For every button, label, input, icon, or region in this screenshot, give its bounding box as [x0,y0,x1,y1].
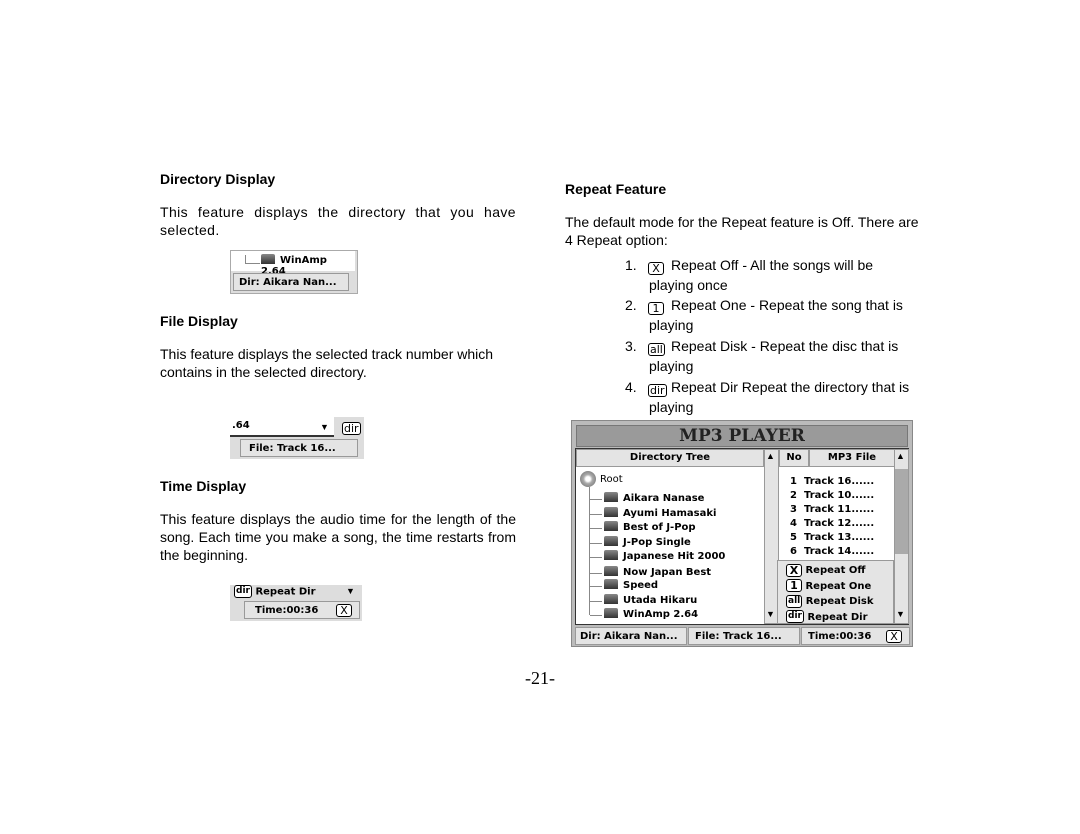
track-row[interactable]: 3 Track 11...... [779,503,894,517]
repeat-off-icon: X [648,261,664,275]
time-display-heading: Time Display [160,478,247,494]
repeat-dir-icon: dir [234,585,252,598]
repeat-off-icon[interactable]: X [886,630,902,644]
repeat-dir-icon: dir [786,610,804,623]
repeat-option: 2. 1 Repeat One - Repeat the song that is … [625,297,903,333]
time-screenshot: dir Repeat Dir ▼ Time:00:36 X [230,585,362,621]
track-row[interactable]: 2 Track 10...... [779,489,894,503]
repeat-menu-item[interactable]: all Repeat Disk [786,594,893,610]
folder-item[interactable]: J-Pop Single [590,536,691,548]
track-row[interactable]: 4 Track 12...... [779,517,894,531]
directory-display-heading: Directory Display [160,171,276,187]
repeat-intro: The default mode for the Repeat feature … [565,214,919,248]
repeat-option: 1. X Repeat Off - All the songs will be pl… [625,257,874,293]
repeat-off-icon: X [786,563,802,577]
file-display-heading: File Display [160,313,238,329]
mp3-player-screenshot: MP3 PLAYER Directory Tree ▲ ▼ No MP3 Fil… [571,420,913,647]
repeat-option: 3. all Repeat Disk - Repeat the disc that … [625,338,899,374]
folder-item[interactable]: Aikara Nanase [589,492,704,504]
repeat-all-icon: all [648,342,665,356]
scroll-down-icon[interactable]: ▼ [896,609,905,619]
directory-tree-header[interactable]: Directory Tree [576,449,764,467]
repeat-option: 4. dir Repeat Dir Repeat the directory tha… [625,379,910,415]
repeat-feature-heading: Repeat Feature [565,181,667,197]
repeat-one-icon: 1 [786,579,802,592]
repeat-dir-icon[interactable]: dir [342,422,361,436]
scroll-down-icon[interactable]: ▼ [766,609,775,619]
folder-item[interactable]: Ayumi Hamasaki [589,507,716,519]
folder-item[interactable]: Best of J-Pop [590,521,696,533]
dir-status: Dir: Aikara Nan... [575,627,687,645]
repeat-menu: X Repeat Off 1 Repeat One all Repeat Dis… [777,560,894,624]
repeat-menu-item[interactable]: X Repeat Off [786,563,893,579]
file-status: File: Track 16... [240,439,358,457]
repeat-menu-item[interactable]: 1 Repeat One [786,579,893,595]
repeat-dir-icon: dir [648,383,667,397]
track-row[interactable]: 6 Track 14...... [779,545,894,559]
folder-item[interactable]: Speed [589,579,658,591]
dir-status: Dir: Aikara Nan... [233,273,349,291]
selected-item: .64 [230,417,334,437]
no-header[interactable]: No [779,449,809,467]
folder-item[interactable]: Utada Hikaru [589,594,697,606]
scroll-up-icon[interactable]: ▲ [896,451,905,461]
scrollbar-thumb[interactable] [895,469,908,554]
directory-screenshot: WinAmp 2.64 Dir: Aikara Nan... [230,250,358,294]
disc-icon [580,471,596,487]
mp3-file-header[interactable]: MP3 File [809,449,895,467]
page-number: -21- [525,668,555,688]
directory-display-text: This feature displays the directory that… [160,204,516,238]
track-row[interactable]: 5 Track 13...... [779,531,894,545]
folder-item[interactable]: Now Japan Best [589,566,711,578]
player-title: MP3 PLAYER [576,425,908,447]
root-node[interactable]: Root [600,474,623,485]
file-display-text: This feature displays the selected track… [160,346,494,380]
track-row[interactable]: 1 Track 16...... [779,475,894,489]
dropdown-arrow-icon[interactable]: ▼ [320,422,329,432]
track-list: 1 Track 16...... 2 Track 10...... 3 Trac… [779,475,894,559]
repeat-one-icon: 1 [648,301,664,315]
folder-icon [261,254,275,264]
folder-item[interactable]: Japanese Hit 2000 [589,550,725,562]
file-screenshot: .64 ▼ dir File: Track 16... [230,417,364,459]
repeat-menu-item[interactable]: dir Repeat Dir [786,610,893,626]
file-status: File: Track 16... [688,627,800,645]
directory-tree: Root Aikara Nanase Ayumi Hamasaki Best o… [580,471,764,623]
dropdown-arrow-icon[interactable]: ▼ [346,586,355,596]
repeat-label: Repeat Dir [255,586,316,598]
manual-page: { "left":{ "directory":{"heading":"Direc… [0,0,1080,834]
repeat-all-icon: all [786,594,803,608]
time-display-text: This feature displays the audio time for… [160,511,516,563]
repeat-off-icon[interactable]: X [336,604,352,618]
scroll-up-icon[interactable]: ▲ [766,451,775,461]
folder-item[interactable]: WinAmp 2.64 [589,608,698,620]
